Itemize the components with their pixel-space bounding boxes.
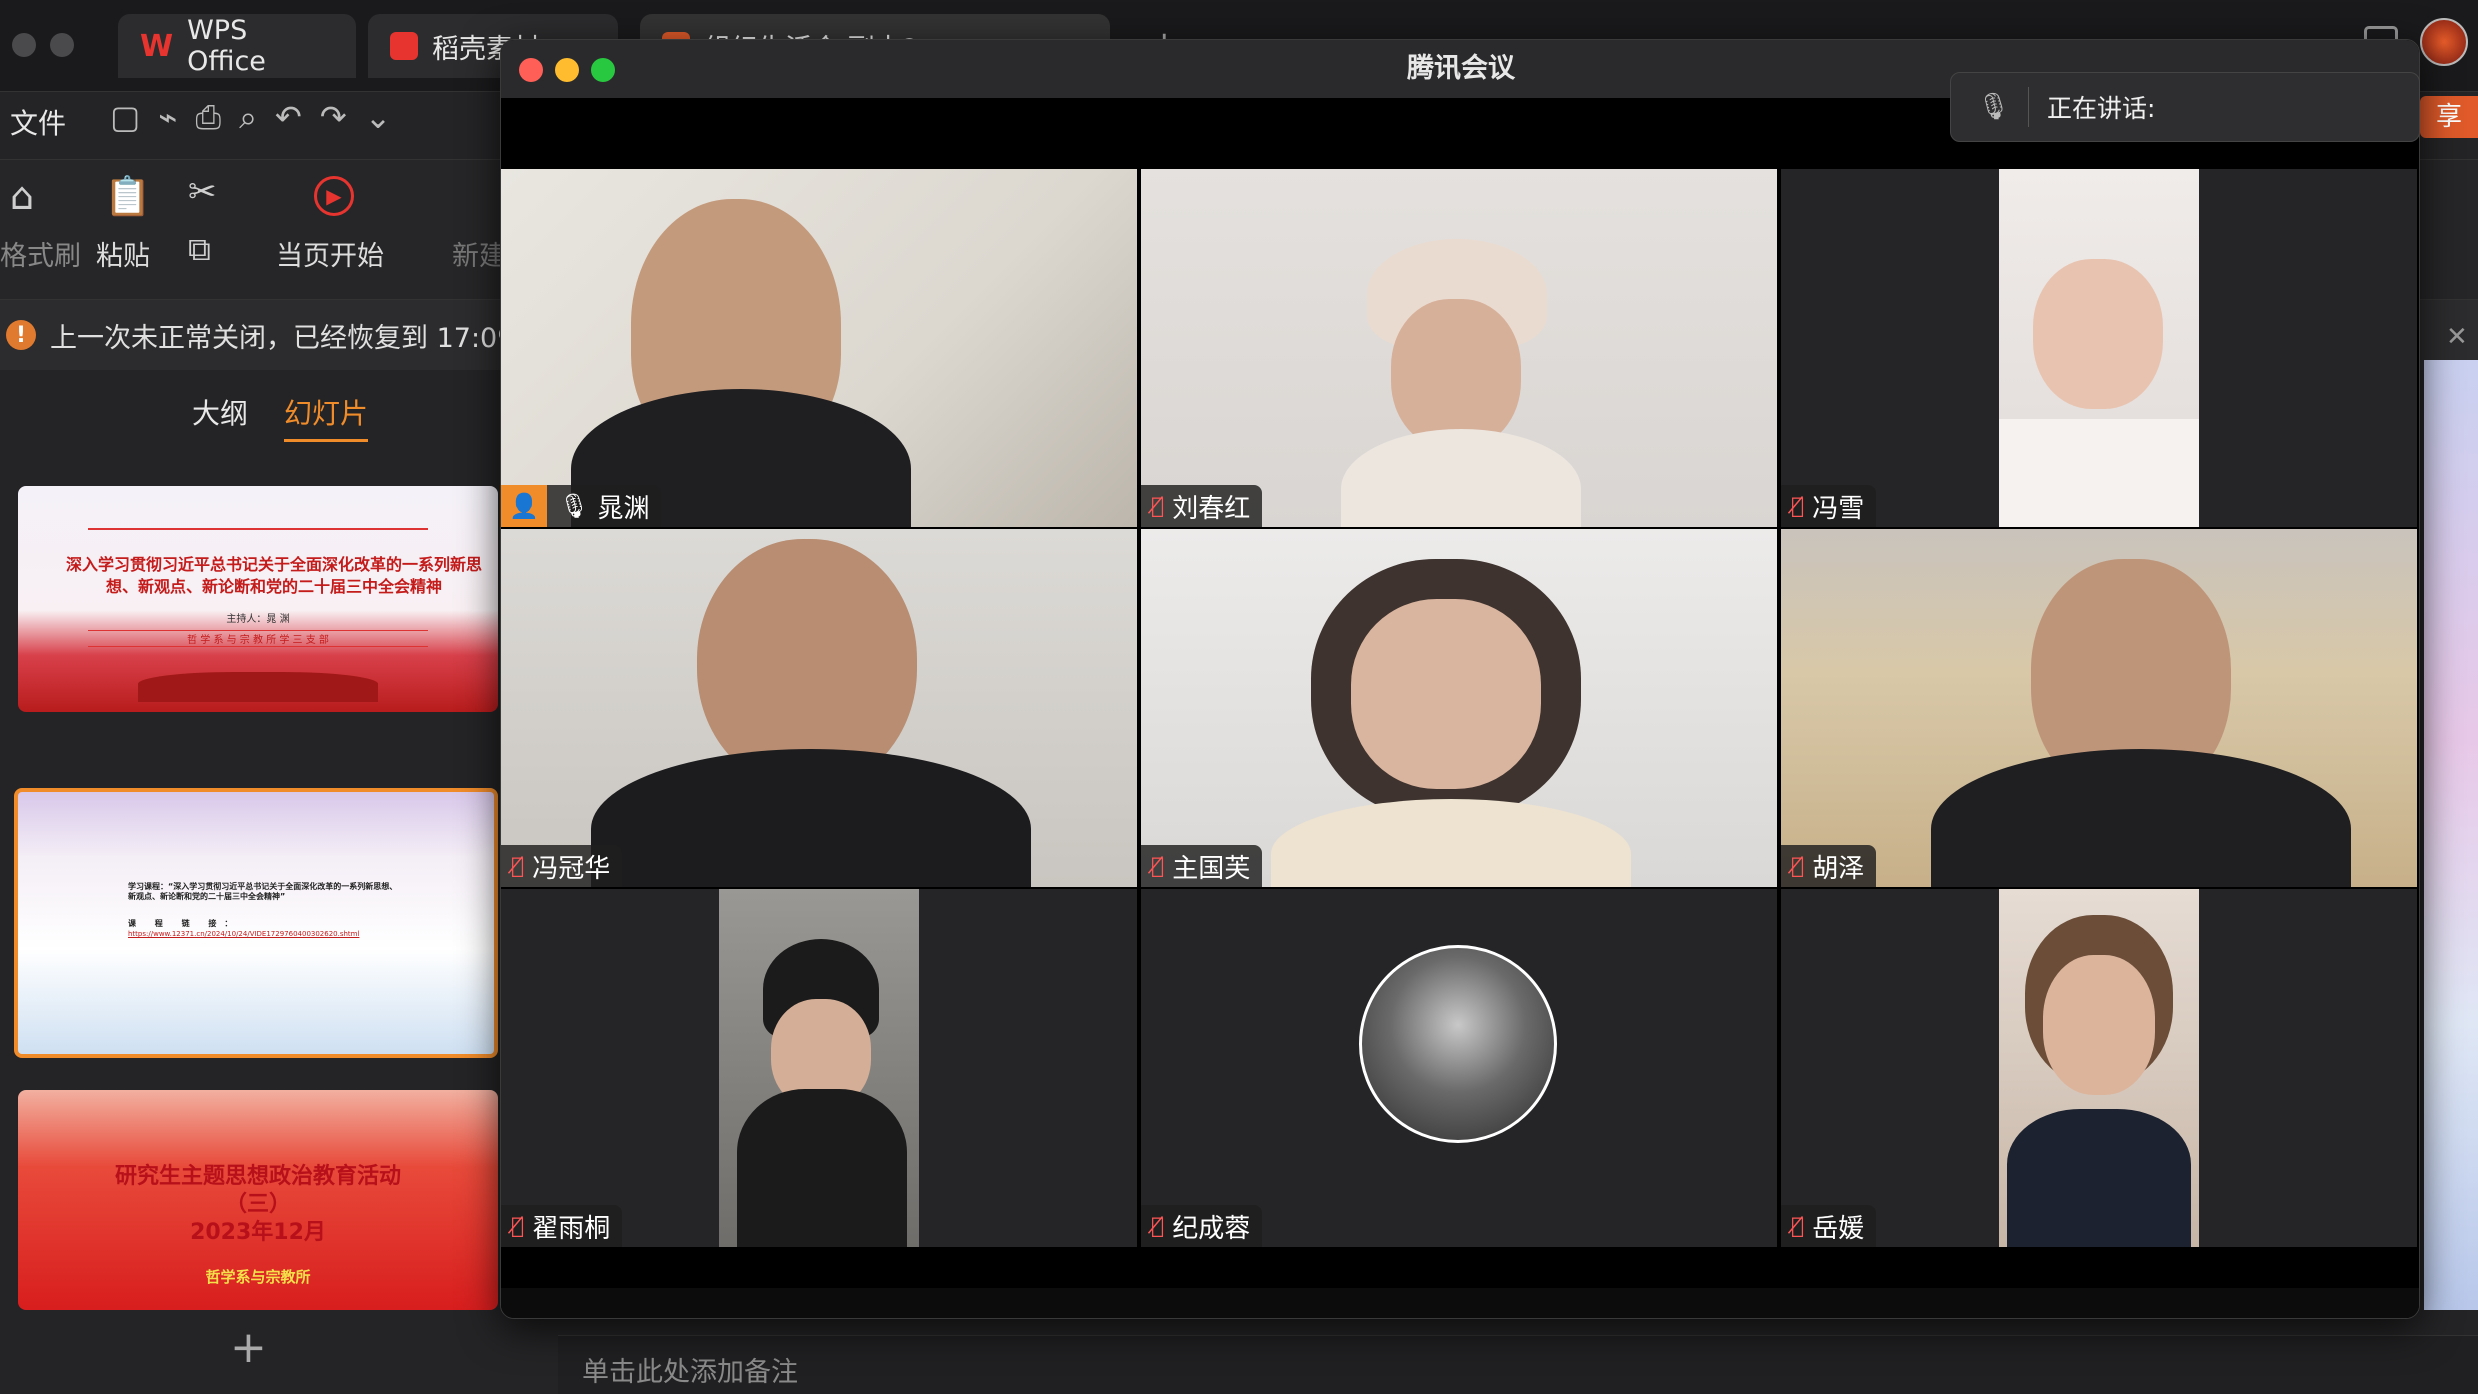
slide-thumbnail[interactable]: 深入学习贯彻习近平总书记关于全面深化改革的一系列新思想、新观点、新论断和党的二十… (18, 486, 498, 712)
participant-name-bar: 🎙̸ 岳媛 (1781, 1205, 1877, 1247)
speaking-indicator: 🎙 正在讲话: (1950, 72, 2420, 142)
host-icon: 👤 (501, 485, 547, 527)
video-tile[interactable]: 🎙̸ 主国芙 (1141, 529, 1777, 887)
cut-icon[interactable]: ✂ (188, 172, 217, 212)
speaking-label: 正在讲话: (2047, 94, 2156, 123)
window-close-icon[interactable] (12, 33, 36, 57)
video-tile[interactable]: 🎙̸ 岳媛 (1781, 889, 2417, 1247)
microphone-muted-icon: 🎙̸ (511, 1213, 525, 1239)
paste-button[interactable]: 粘贴 (96, 234, 150, 273)
copy-icon[interactable]: ⧉ (188, 230, 211, 269)
slide-link: https://www.12371.cn/2024/10/24/VIDE1729… (128, 930, 360, 938)
participant-body (737, 1089, 907, 1247)
microphone-muted-icon: 🎙̸ (1151, 493, 1165, 519)
slide-host: 主持人：晁 渊 (226, 614, 290, 625)
video-tile[interactable]: 🎙̸ 冯雪 (1781, 169, 2417, 527)
participant-body (1999, 419, 2199, 527)
tab-slides[interactable]: 幻灯片 (284, 392, 369, 442)
divider (2028, 87, 2030, 127)
participant-name: 冯雪 (1812, 493, 1865, 524)
play-icon[interactable]: ▶ (314, 176, 354, 216)
docer-icon (390, 32, 418, 60)
participant-body (591, 749, 1031, 887)
video-tile[interactable]: 👤 🎙 晁渊 (501, 169, 1137, 527)
participant-name: 岳媛 (1812, 1213, 1865, 1244)
microphone-muted-icon: 🎙̸ (1151, 853, 1165, 879)
video-tile[interactable]: 🎙̸ 刘春红 (1141, 169, 1777, 527)
tiananmen-image (138, 672, 378, 702)
participant-body (1341, 429, 1581, 527)
participant-name-bar: 🎙̸ 胡泽 (1781, 845, 1877, 887)
tencent-meeting-window: 腾讯会议 👤 🎙 晁渊 🎙̸ 刘春红 🎙̸ 冯雪 🎙̸ 冯冠华 🎙̸ 主国芙 🎙… (500, 39, 2420, 1319)
wps-logo-icon: W (140, 28, 174, 64)
slide-text: 学习课程：“深入学习贯彻习近平总书记关于全面深化改革的一系列新思想、新观点、新论… (128, 882, 398, 901)
tab-wps-office[interactable]: W WPS Office (118, 14, 356, 78)
participant-name-bar: 👤 🎙 晁渊 (501, 485, 662, 527)
zoom-icon[interactable] (591, 58, 615, 82)
slide-thumbnail-selected[interactable]: 学习课程：“深入学习贯彻习近平总书记关于全面深化改革的一系列新思想、新观点、新论… (14, 788, 498, 1058)
window-minimize-icon[interactable] (50, 33, 74, 57)
video-tile[interactable]: 🎙̸ 纪成蓉 (1141, 889, 1777, 1247)
format-painter-button[interactable]: 格式刷 (0, 234, 81, 273)
warning-icon: ! (6, 320, 36, 350)
format-painter-icon[interactable]: ⌂ (10, 174, 34, 218)
slide-link-label: 课 程 链 接： (128, 919, 241, 928)
minimize-icon[interactable] (555, 58, 579, 82)
video-tile[interactable]: 🎙̸ 胡泽 (1781, 529, 2417, 887)
notes-field[interactable]: 单击此处添加备注 (558, 1335, 2478, 1394)
video-tile[interactable]: 🎙̸ 翟雨桐 (501, 889, 1137, 1247)
participant-body (2007, 1109, 2191, 1247)
microphone-muted-icon: 🎙̸ (1791, 1213, 1805, 1239)
quick-actions-icon[interactable]: ▢⌁⎙⌕↶↷⌄ (110, 98, 409, 137)
microphone-icon: 🎙 (1977, 92, 2011, 122)
participant-name-bar: 🎙̸ 刘春红 (1141, 485, 1263, 527)
participant-body (1271, 799, 1631, 887)
microphone-muted-icon: 🎙̸ (1791, 853, 1805, 879)
slide-date: 2023年12月 (190, 1220, 326, 1245)
video-grid: 👤 🎙 晁渊 🎙̸ 刘春红 🎙̸ 冯雪 🎙̸ 冯冠华 🎙̸ 主国芙 🎙̸ 胡泽 … (501, 169, 2419, 1249)
slide-canvas-edge (2424, 360, 2478, 1310)
avatar (1359, 945, 1557, 1143)
paste-icon[interactable]: 📋 (104, 174, 151, 219)
participant-name: 纪成蓉 (1172, 1213, 1251, 1244)
new-slide-button[interactable]: 新建 (452, 234, 506, 273)
avatar[interactable] (2420, 18, 2468, 66)
slide-org: 哲学系与宗教所 (205, 1268, 311, 1286)
participant-face (2033, 259, 2163, 409)
slide-thumbnail[interactable]: 研究生主题思想政治教育活动 （三） 2023年12月 哲学系与宗教所 (18, 1090, 498, 1310)
participant-name: 晁渊 (597, 493, 650, 524)
divider (88, 528, 428, 530)
participant-video (1351, 599, 1541, 789)
microphone-muted-icon: 🎙̸ (511, 853, 525, 879)
microphone-muted-icon: 🎙̸ (1151, 1213, 1165, 1239)
slide-title: 深入学习贯彻习近平总书记关于全面深化改革的一系列新思想、新观点、新论断和党的二十… (65, 555, 482, 596)
participant-name: 主国芙 (1172, 853, 1251, 884)
tab-outline[interactable]: 大纲 (192, 392, 248, 442)
close-icon[interactable] (519, 58, 543, 82)
participant-name: 刘春红 (1172, 493, 1251, 524)
video-tile[interactable]: 🎙̸ 冯冠华 (501, 529, 1137, 887)
participant-name-bar: 🎙̸ 冯冠华 (501, 845, 623, 887)
file-menu[interactable]: 文件 (10, 102, 66, 142)
meeting-bottom-strip (501, 1288, 2419, 1318)
play-from-current-button[interactable]: 当页开始 (276, 234, 384, 273)
recovery-text: 上一次未正常关闭，已经恢复到 17:09 的 (50, 322, 550, 354)
share-button[interactable]: 享 (2420, 96, 2478, 138)
participant-name-bar: 🎙̸ 翟雨桐 (501, 1205, 623, 1247)
slide-panel-tabs: 大纲 幻灯片 (0, 392, 560, 442)
close-icon[interactable]: ✕ (2446, 322, 2468, 352)
participant-body (1931, 749, 2351, 887)
participant-face (2043, 955, 2155, 1095)
participant-name-bar: 🎙̸ 纪成蓉 (1141, 1205, 1263, 1247)
microphone-muted-icon: 🎙̸ (1791, 493, 1805, 519)
add-slide-button[interactable]: + (230, 1322, 267, 1373)
slide-org: 哲 学 系 与 宗 教 所 学 三 支 部 (88, 630, 428, 647)
participant-name: 胡泽 (1812, 853, 1865, 884)
microphone-on-icon: 🎙 (559, 492, 590, 520)
participant-name: 冯冠华 (532, 853, 611, 884)
participant-face (1391, 299, 1521, 449)
participant-name-bar: 🎙̸ 主国芙 (1141, 845, 1263, 887)
participant-name-bar: 🎙̸ 冯雪 (1781, 485, 1877, 527)
participant-name: 翟雨桐 (532, 1213, 611, 1244)
